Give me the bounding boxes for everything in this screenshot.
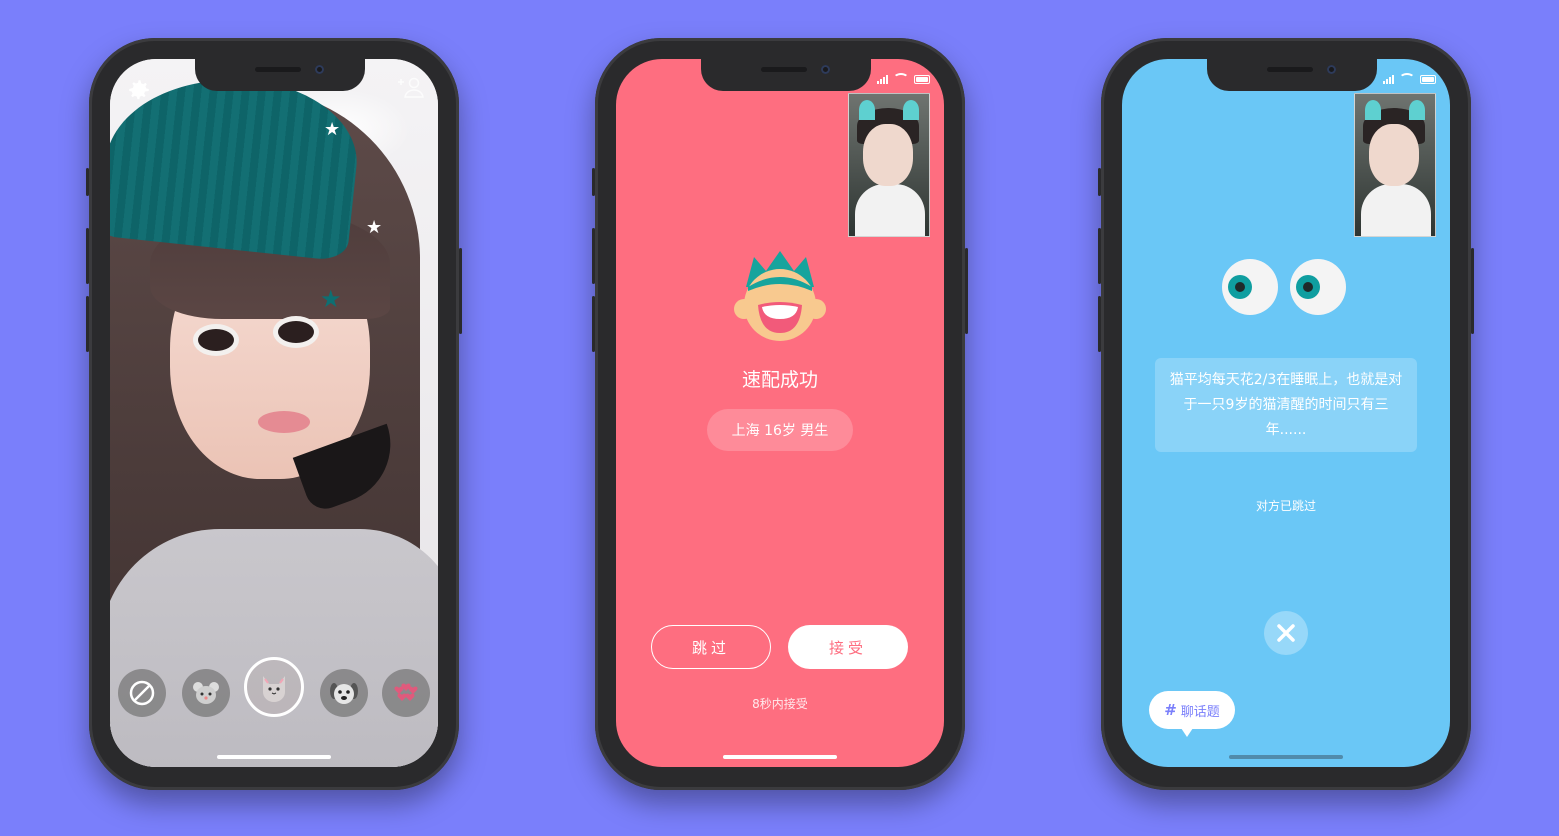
add-friend-icon[interactable] [396, 75, 426, 99]
fun-fact-text: 猫平均每天花2/3在睡眠上，也就是对于一只9岁的猫清醒的时间只有三年...... [1169, 371, 1403, 438]
chat-topic-button[interactable]: # 聊话题 [1149, 691, 1235, 737]
signal-icon [1383, 74, 1394, 84]
filter-heart[interactable] [382, 669, 430, 717]
match-screen: 速配成功 上海 16岁 男生 跳过 接受 8秒内接受 [616, 59, 944, 767]
disable-icon [129, 680, 155, 706]
signal-icon [877, 74, 888, 84]
self-video-preview[interactable] [848, 93, 930, 237]
home-indicator[interactable] [217, 755, 331, 759]
heart-icon [394, 683, 418, 701]
wifi-icon [1399, 73, 1415, 85]
filter-mouse[interactable] [182, 669, 230, 717]
notch [701, 59, 871, 91]
phone-match: 速配成功 上海 16岁 男生 跳过 接受 8秒内接受 [592, 38, 968, 790]
star-sticker: ★ [320, 285, 342, 313]
filter-dog[interactable] [320, 669, 368, 717]
countdown-text: 8秒内接受 [752, 697, 808, 711]
home-indicator[interactable] [723, 755, 837, 759]
battery-icon [1420, 74, 1436, 84]
close-icon [1277, 624, 1295, 642]
eyes-icon [1222, 259, 1350, 315]
dog-icon [330, 683, 358, 704]
chat-topic-label: 聊话题 [1180, 704, 1220, 720]
mouse-icon [193, 682, 219, 704]
filter-none[interactable] [118, 669, 166, 717]
home-indicator[interactable] [1229, 755, 1343, 759]
notch [195, 59, 365, 91]
gear-icon[interactable] [126, 77, 152, 103]
match-info-badge: 上海 16岁 男生 [707, 409, 853, 451]
match-title: 速配成功 [741, 369, 818, 391]
status-bar [877, 73, 930, 85]
filter-bar [116, 657, 432, 727]
close-button[interactable] [1264, 611, 1308, 655]
fun-fact-card: 猫平均每天花2/3在睡眠上，也就是对于一只9岁的猫清醒的时间只有三年...... [1155, 358, 1417, 452]
hashtag-icon: # [1164, 701, 1177, 719]
self-video-preview[interactable] [1354, 93, 1436, 237]
boy-avatar-icon [734, 251, 826, 341]
phone-camera: ★ ★ ★ [86, 38, 462, 790]
skip-button[interactable]: 跳过 [651, 625, 771, 669]
phone-topic: 猫平均每天花2/3在睡眠上，也就是对于一只9岁的猫清醒的时间只有三年......… [1098, 38, 1474, 790]
notch [1207, 59, 1377, 91]
filter-cat[interactable] [244, 657, 304, 717]
cat-icon [263, 676, 285, 702]
topic-screen: 猫平均每天花2/3在睡眠上，也就是对于一只9岁的猫清醒的时间只有三年......… [1122, 59, 1450, 767]
wifi-icon [893, 73, 909, 85]
camera-screen: ★ ★ ★ [110, 59, 438, 767]
accept-button[interactable]: 接受 [788, 625, 908, 669]
battery-icon [914, 74, 930, 84]
status-bar [1383, 73, 1436, 85]
partner-skipped-status: 对方已跳过 [1255, 499, 1316, 513]
